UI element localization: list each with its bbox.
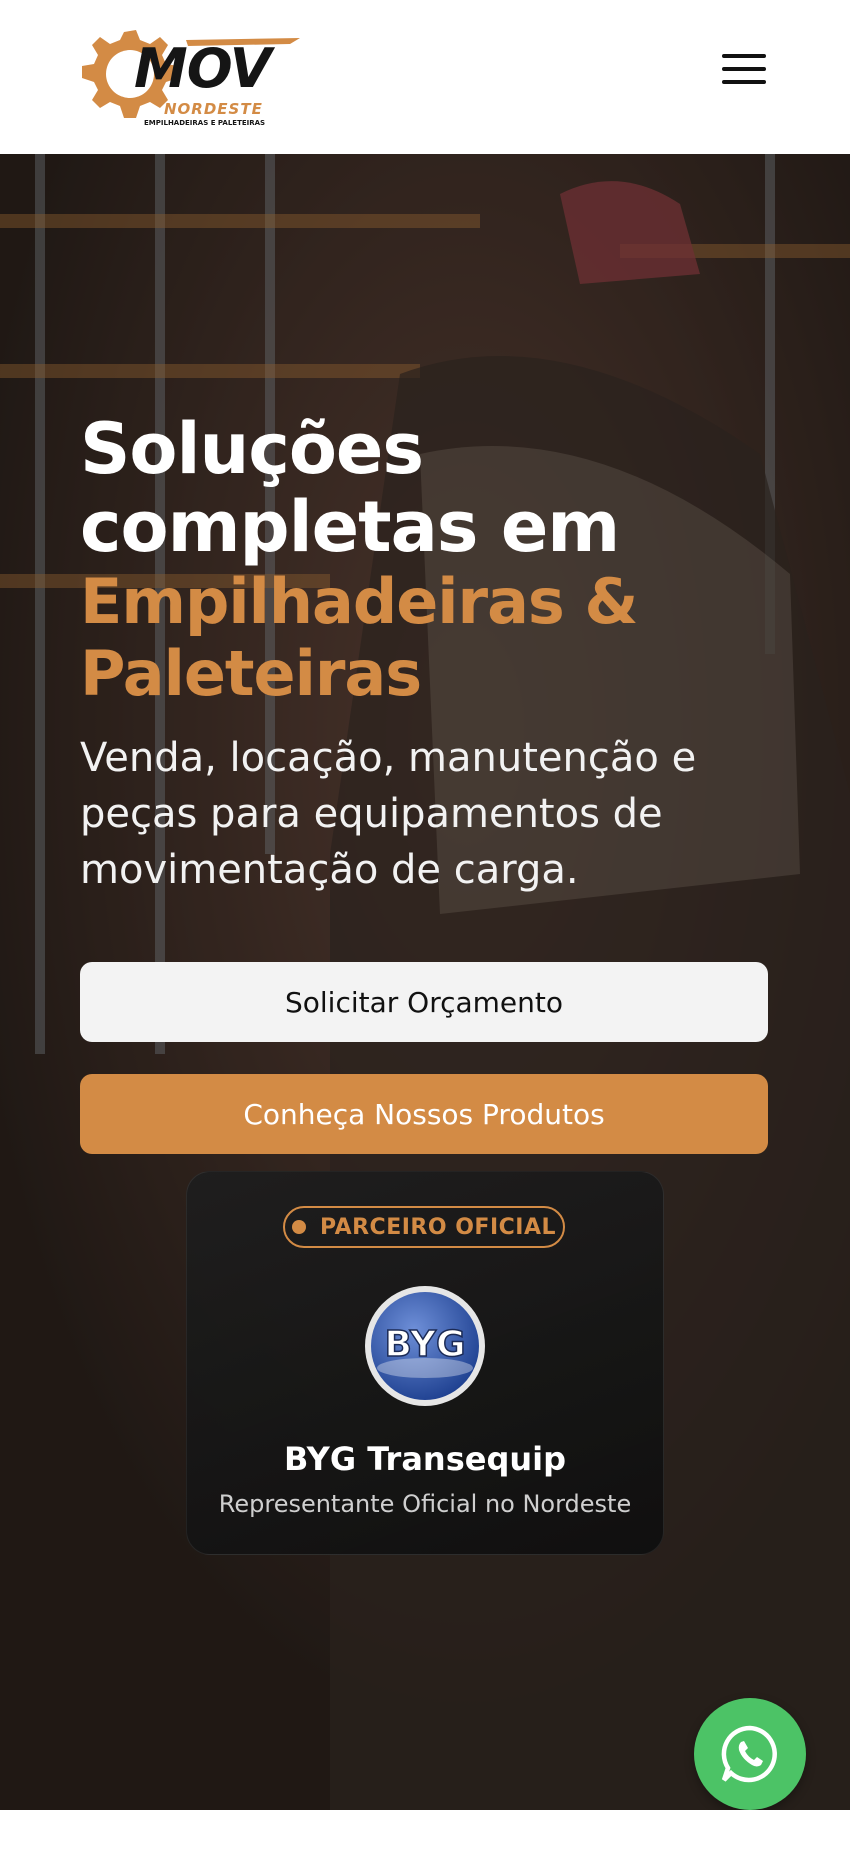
- whatsapp-button[interactable]: [694, 1698, 806, 1810]
- hero-subtitle: Venda, locação, manutenção e peças para …: [80, 735, 697, 893]
- hero-title-line-2: completas em: [80, 486, 620, 568]
- partner-description: Representante Oficial no Nordeste: [218, 1490, 632, 1518]
- view-products-button[interactable]: Conheça Nossos Produtos: [80, 1074, 768, 1154]
- menu-bar: [722, 54, 766, 58]
- badge-dot-icon: [291, 1220, 306, 1234]
- menu-bar: [722, 80, 766, 84]
- logo-tagline: EMPILHADEIRAS E PALETEIRAS: [144, 119, 266, 127]
- hero-title-accent-2: Paleteiras: [80, 637, 422, 710]
- hero-title: Soluções completas em Empilhadeiras & Pa…: [80, 410, 780, 710]
- partner-name: BYG Transequip: [284, 1440, 566, 1478]
- hero-section: Soluções completas em Empilhadeiras & Pa…: [0, 154, 850, 1810]
- site-header: MOV NORDESTE EMPILHADEIRAS E PALETEIRAS: [0, 0, 850, 154]
- menu-bar: [722, 67, 766, 71]
- official-partner-badge: PARCEIRO OFICIAL: [283, 1206, 565, 1248]
- logo-mov-text: MOV: [134, 37, 272, 100]
- byg-logo: BYG: [365, 1286, 485, 1406]
- byg-logo-text: BYG: [384, 1324, 465, 1365]
- request-quote-button[interactable]: Solicitar Orçamento: [80, 962, 768, 1042]
- mov-nordeste-logo[interactable]: MOV NORDESTE EMPILHADEIRAS E PALETEIRAS: [76, 24, 300, 134]
- hero-title-line-1: Soluções: [80, 408, 424, 490]
- partner-card: PARCEIRO OFICIAL BYG BYG Transequip Repr…: [186, 1171, 664, 1555]
- page-bottom-strip: [0, 1810, 850, 1854]
- hamburger-menu-icon[interactable]: [722, 54, 766, 90]
- badge-label: PARCEIRO OFICIAL: [319, 1214, 557, 1240]
- hero-title-accent-1: Empilhadeiras &: [80, 565, 638, 638]
- whatsapp-icon: [721, 1725, 777, 1783]
- logo-nordeste-text: NORDESTE: [164, 100, 263, 118]
